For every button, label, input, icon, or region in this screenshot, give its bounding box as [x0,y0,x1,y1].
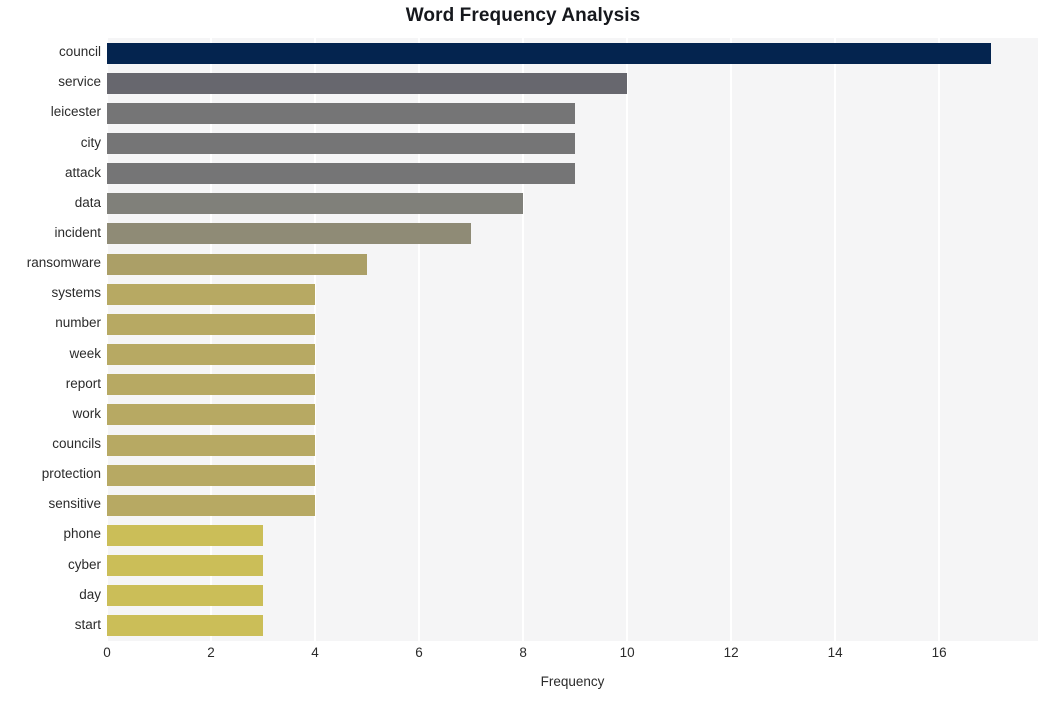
bar-series [107,38,1038,641]
bar-row [107,313,1038,335]
bar-row [107,283,1038,305]
bar-row [107,494,1038,516]
bar-row [107,102,1038,124]
bar-row [107,615,1038,637]
bar-week [107,344,316,366]
bar-row [107,42,1038,64]
bar-row [107,193,1038,215]
y-tick-label-council: council [58,44,101,60]
bar-row [107,133,1038,155]
bar-row [107,585,1038,607]
bar-protection [107,464,316,486]
y-axis-tick-labels: council service leicester city attack data inc… [0,38,101,641]
bar-row [107,163,1038,185]
y-tick-label-phone: phone [63,526,101,542]
bar-row [107,404,1038,426]
bar-city [107,133,576,155]
y-tick-label-cyber: cyber [67,556,101,572]
bar-row [107,223,1038,245]
x-tick-label-6: 6 [415,645,423,660]
bar-number [107,313,316,335]
x-axis-label: Frequency [540,674,605,689]
bar-day [107,585,264,607]
x-tick-label-12: 12 [723,645,739,660]
bar-sensitive [107,494,316,516]
bar-systems [107,283,316,305]
x-tick-label-0: 0 [103,645,111,660]
x-axis-tick-labels: 0 2 4 6 8 10 12 14 16 [0,645,1046,669]
x-tick-label-2: 2 [207,645,215,660]
y-tick-label-sensitive: sensitive [48,496,101,512]
chart-figure: Word Frequency Analysis council service le… [0,0,1046,701]
bar-row [107,555,1038,577]
y-tick-label-data: data [74,194,101,210]
bar-row [107,253,1038,275]
bar-row [107,434,1038,456]
bar-incident [107,223,472,245]
bar-row [107,344,1038,366]
bar-council [107,42,992,64]
bar-cyber [107,555,264,577]
y-tick-label-report: report [65,375,101,391]
y-tick-label-day: day [79,586,101,602]
bar-service [107,72,628,94]
y-tick-label-number: number [55,315,101,331]
y-tick-label-incident: incident [54,224,101,240]
bar-start [107,615,264,637]
bar-attack [107,163,576,185]
y-tick-label-service: service [58,74,101,90]
bar-phone [107,524,264,546]
y-tick-label-protection: protection [41,466,101,482]
bar-row [107,72,1038,94]
y-tick-label-leicester: leicester [50,104,101,120]
bar-report [107,374,316,396]
x-tick-label-8: 8 [519,645,527,660]
y-tick-label-ransomware: ransomware [26,255,101,271]
y-tick-label-start: start [74,616,101,632]
y-tick-label-work: work [72,405,101,421]
bar-work [107,404,316,426]
bar-row [107,374,1038,396]
chart-title: Word Frequency Analysis [405,5,641,26]
y-tick-label-week: week [69,345,101,361]
bar-councils [107,434,316,456]
bar-ransomware [107,253,368,275]
bar-row [107,464,1038,486]
bar-data [107,193,524,215]
x-tick-label-14: 14 [827,645,843,660]
x-tick-label-4: 4 [311,645,319,660]
bar-row [107,524,1038,546]
plot-area [106,38,1038,641]
y-tick-label-attack: attack [64,164,101,180]
y-tick-label-councils: councils [52,436,101,452]
x-tick-label-16: 16 [931,645,947,660]
bar-leicester [107,102,576,124]
y-tick-label-city: city [80,134,101,150]
x-tick-label-10: 10 [619,645,635,660]
y-tick-label-systems: systems [51,285,101,301]
